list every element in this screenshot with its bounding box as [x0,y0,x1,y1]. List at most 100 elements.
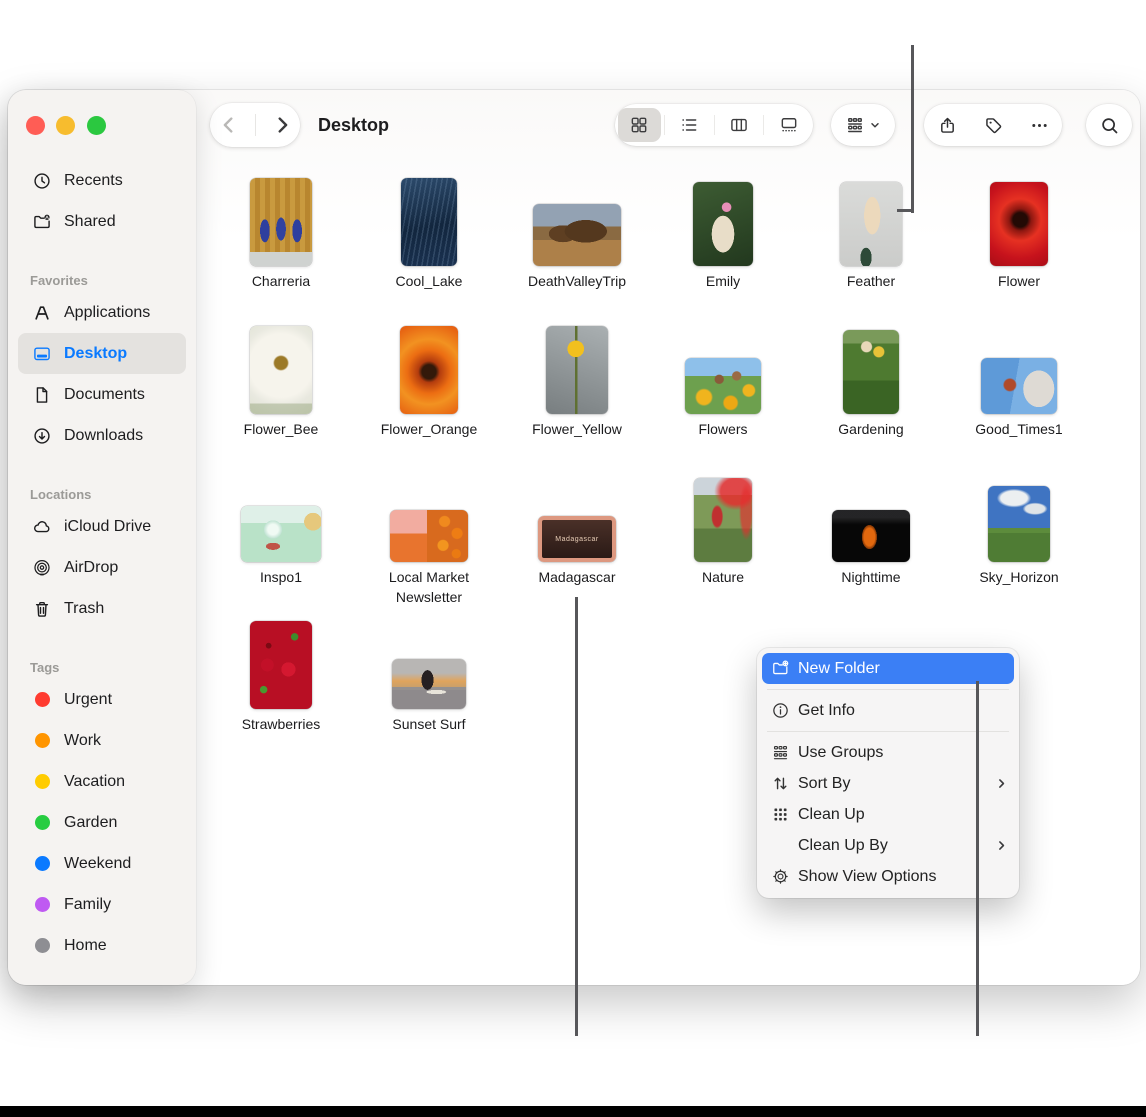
close-window-button[interactable] [26,116,45,135]
file-item[interactable]: Flower [949,172,1089,292]
sidebar-tag-vacation[interactable]: Vacation [18,761,186,802]
newsletter-thumbnail[interactable] [390,510,468,562]
more-icon [1029,115,1050,136]
inspo-thumbnail[interactable] [241,506,321,562]
flower-bee-thumbnail[interactable] [250,326,312,414]
zoom-window-button[interactable] [87,116,106,135]
sunset-surf-thumbnail[interactable] [392,659,466,709]
file-item[interactable]: Local Market Newsletter [359,468,499,607]
good-times-thumbnail[interactable] [981,358,1057,414]
flower-yellow-thumbnail[interactable] [546,326,608,414]
more-button[interactable] [1029,115,1050,136]
file-item[interactable]: Flower_Bee [211,320,351,440]
nav-buttons [210,103,300,147]
file-item[interactable]: Gardening [801,320,941,440]
group-by-button[interactable] [831,104,895,146]
emily-thumbnail[interactable] [693,182,753,266]
file-label: Strawberries [242,715,321,735]
share-button[interactable] [937,115,958,136]
sidebar-item-recents[interactable]: Recents [18,160,186,201]
file-item[interactable]: Cool_Lake [359,172,499,292]
madagascar-thumbnail[interactable]: Madagascar [538,516,616,562]
file-item[interactable]: DeathValleyTrip [507,172,647,292]
downloads-icon [30,426,54,446]
sidebar-item-documents[interactable]: Documents [18,374,186,415]
callout-line-menu [976,681,979,1036]
file-item[interactable]: Flower_Orange [359,320,499,440]
tag-dot-yellow [35,774,50,789]
file-label: Feather [847,272,895,292]
sidebar-tag-garden[interactable]: Garden [18,802,186,843]
sidebar-tag-home[interactable]: Home [18,925,186,966]
file-item[interactable]: Charreria [211,172,351,292]
submenu-chevron-icon [995,777,1008,790]
callout-line-feather [911,45,914,213]
file-item[interactable]: Inspo1 [211,468,351,588]
sky-horizon-thumbnail[interactable] [988,486,1050,562]
file-label: Local Market Newsletter [359,568,499,607]
madagascar-thumb-text: Madagascar [555,536,599,543]
back-button[interactable] [218,114,240,136]
file-label: Sky_Horizon [979,568,1058,588]
file-item[interactable]: Flowers [653,320,793,440]
sidebar-tag-family[interactable]: Family [18,884,186,925]
file-item[interactable]: Nighttime [801,468,941,588]
sidebar-tag-weekend[interactable]: Weekend [18,843,186,884]
file-item[interactable]: Sunset Surf [359,615,499,735]
sidebar-item-airdrop[interactable]: AirDrop [18,547,186,588]
sidebar-item-applications[interactable]: Applications [18,292,186,333]
minimize-window-button[interactable] [56,116,75,135]
tag-dot-green [35,815,50,830]
sidebar-item-downloads[interactable]: Downloads [18,415,186,456]
forward-button[interactable] [271,114,293,136]
sidebar-item-icloud-drive[interactable]: iCloud Drive [18,506,186,547]
gallery-view-button[interactable] [764,104,813,146]
sidebar-tag-urgent[interactable]: Urgent [18,679,186,720]
icon-view-button[interactable] [615,104,664,146]
file-label: Inspo1 [260,568,302,588]
menu-separator [767,689,1009,690]
file-item[interactable]: Sky_Horizon [949,468,1089,588]
document-icon [30,385,54,405]
column-view-button[interactable] [715,104,764,146]
search-icon [1099,115,1120,136]
file-label: Flower_Bee [244,420,319,440]
sidebar-tag-work[interactable]: Work [18,720,186,761]
file-label: Nature [702,568,744,588]
file-item[interactable]: Emily [653,172,793,292]
tag-button[interactable] [983,115,1004,136]
flowers-thumbnail[interactable] [685,358,761,414]
list-view-button[interactable] [665,104,714,146]
cool-lake-thumbnail[interactable] [401,178,457,266]
file-item[interactable]: Feather [801,172,941,292]
file-label: Flower [998,272,1040,292]
gardening-thumbnail[interactable] [843,330,899,414]
sidebar-item-desktop[interactable]: Desktop [18,333,186,374]
charreria-thumbnail[interactable] [250,178,312,266]
file-item[interactable]: Flower_Yellow [507,320,647,440]
search-button[interactable] [1086,104,1132,146]
sidebar-item-trash[interactable]: Trash [18,588,186,629]
file-item[interactable]: Strawberries [211,615,351,735]
death-valley-thumbnail[interactable] [533,204,621,266]
file-label: Cool_Lake [396,272,463,292]
sort-icon [771,774,798,793]
strawberries-thumbnail[interactable] [250,621,312,709]
file-item[interactable]: Nature [653,468,793,588]
grid-view-icon [629,115,649,135]
file-item[interactable]: Good_Times1 [949,320,1089,440]
use-groups-icon [771,743,798,762]
shared-folder-icon [30,212,54,232]
file-label: Sunset Surf [392,715,465,735]
file-item[interactable]: MadagascarMadagascar [507,468,647,588]
flower-orange-thumbnail[interactable] [400,326,458,414]
sidebar-item-shared[interactable]: Shared [18,201,186,242]
nature-thumbnail[interactable] [694,478,752,562]
callout-line-madagascar [575,597,578,1036]
chevron-down-icon [869,119,881,131]
flower-thumbnail[interactable] [990,182,1048,266]
menu-item-new-folder[interactable]: New Folder [762,653,1014,684]
file-label: Flower_Yellow [532,420,622,440]
nighttime-thumbnail[interactable] [832,510,910,562]
feather-thumbnail[interactable] [840,182,902,266]
